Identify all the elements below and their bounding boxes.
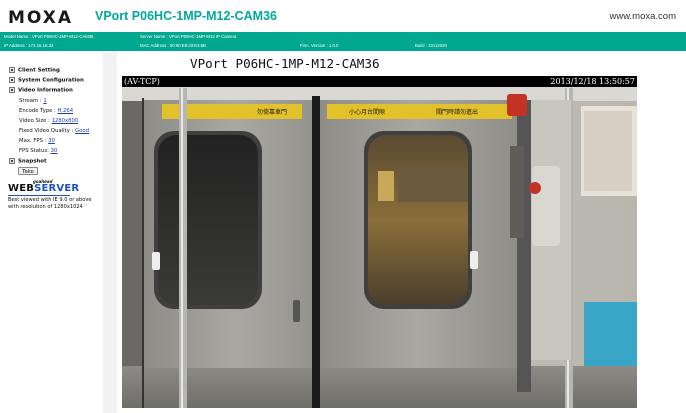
- video-title: VPort P06HC-1MP-M12-CAM36: [190, 56, 380, 71]
- top-header: MOXA VPort P06HC-1MP-M12-CAM36 www.moxa.…: [0, 0, 686, 32]
- mac-address: MAC Address : 00:90:E8:33:E3:5B: [140, 43, 206, 48]
- max-fps-label: Max. FPS :: [19, 138, 49, 144]
- menu-label: Client Setting: [18, 67, 60, 74]
- stream-timestamp: 2013/12/18 13:50:57: [550, 77, 635, 86]
- door-sign-middle: 小心月台間隙: [349, 108, 385, 116]
- webserver-logo-server: SERVER: [34, 183, 80, 194]
- device-info-bar: Model Name : VPort P06HC-1MP-M12-CAM36 S…: [0, 32, 686, 51]
- encode-label: Encode Type :: [19, 108, 58, 114]
- fixed-quality-info: Fixed Video Quality : Good: [19, 128, 89, 134]
- server-name: Server Name : VPort P06HC-1MP-M12 IP Cam…: [140, 34, 237, 39]
- moxa-logo: MOXA: [8, 8, 74, 28]
- webserver-logo-text: WEBSERVER: [8, 183, 79, 194]
- video-size-info: Video Size : 1280x800: [19, 118, 78, 124]
- max-fps-info: Max. FPS : 30: [19, 138, 55, 144]
- fps-status-label: FPS Status:: [19, 148, 51, 154]
- door-sign-left: 勿倚靠車門: [257, 108, 287, 116]
- video-stream[interactable]: 勿倚靠車門 小心月台間隙 關門時請勿進出 (AV-TCP) 2013/12/18…: [122, 76, 637, 408]
- expand-icon: [9, 158, 15, 164]
- door-sign-right: 關門時請勿進出: [436, 108, 478, 116]
- menu-label: System Configuration: [18, 77, 84, 84]
- sidebar-divider: [103, 51, 117, 413]
- menu-video-information[interactable]: Video Information: [9, 87, 73, 94]
- fixed-quality-label: Fixed Video Quality :: [19, 128, 76, 134]
- encode-type-info: Encode Type : H.264: [19, 108, 73, 114]
- expand-icon: [9, 87, 15, 93]
- expand-icon: [9, 77, 15, 83]
- webserver-logo: goahead WEBSERVER: [8, 179, 79, 197]
- encode-link[interactable]: H.264: [57, 108, 73, 114]
- sidebar: [0, 51, 103, 413]
- stream-info: Stream : 1: [19, 98, 47, 104]
- webserver-logo-web: WEB: [8, 183, 35, 194]
- menu-client-setting[interactable]: Client Setting: [9, 67, 60, 74]
- stream-label: Stream :: [19, 98, 44, 104]
- ip-address: IP Address : 172.16.16.32: [4, 43, 54, 48]
- product-title: VPort P06HC-1MP-M12-CAM36: [95, 9, 277, 23]
- menu-system-configuration[interactable]: System Configuration: [9, 77, 84, 84]
- model-name: Model Name : VPort P06HC-1MP-M12-CAM36: [4, 34, 94, 39]
- firmware-version: Firm. Version : 1.0.0: [300, 43, 339, 48]
- expand-icon: [9, 67, 15, 73]
- stream-link[interactable]: 1: [43, 98, 46, 104]
- live-video-image: 勿倚靠車門 小心月台間隙 關門時請勿進出: [122, 76, 637, 408]
- webserver-logo-underline: [8, 195, 70, 196]
- menu-label: Video Information: [18, 87, 73, 94]
- site-url[interactable]: www.moxa.com: [609, 11, 676, 22]
- max-fps-link[interactable]: 30: [48, 138, 55, 144]
- video-size-label: Video Size :: [19, 118, 52, 124]
- browser-note: Best viewed with IE 9.0 or above with re…: [8, 197, 92, 210]
- video-size-link[interactable]: 1280x800: [52, 118, 79, 124]
- menu-snapshot[interactable]: Snapshot: [9, 158, 47, 165]
- take-snapshot-button[interactable]: Take: [18, 167, 38, 175]
- fixed-quality-link[interactable]: Good: [75, 128, 89, 134]
- fps-status-link[interactable]: 30: [51, 148, 58, 154]
- fps-status-info: FPS Status: 30: [19, 148, 57, 154]
- stream-protocol-label: (AV-TCP): [124, 77, 160, 86]
- menu-label: Snapshot: [18, 158, 47, 165]
- build-number: Build : 13112020: [415, 43, 447, 48]
